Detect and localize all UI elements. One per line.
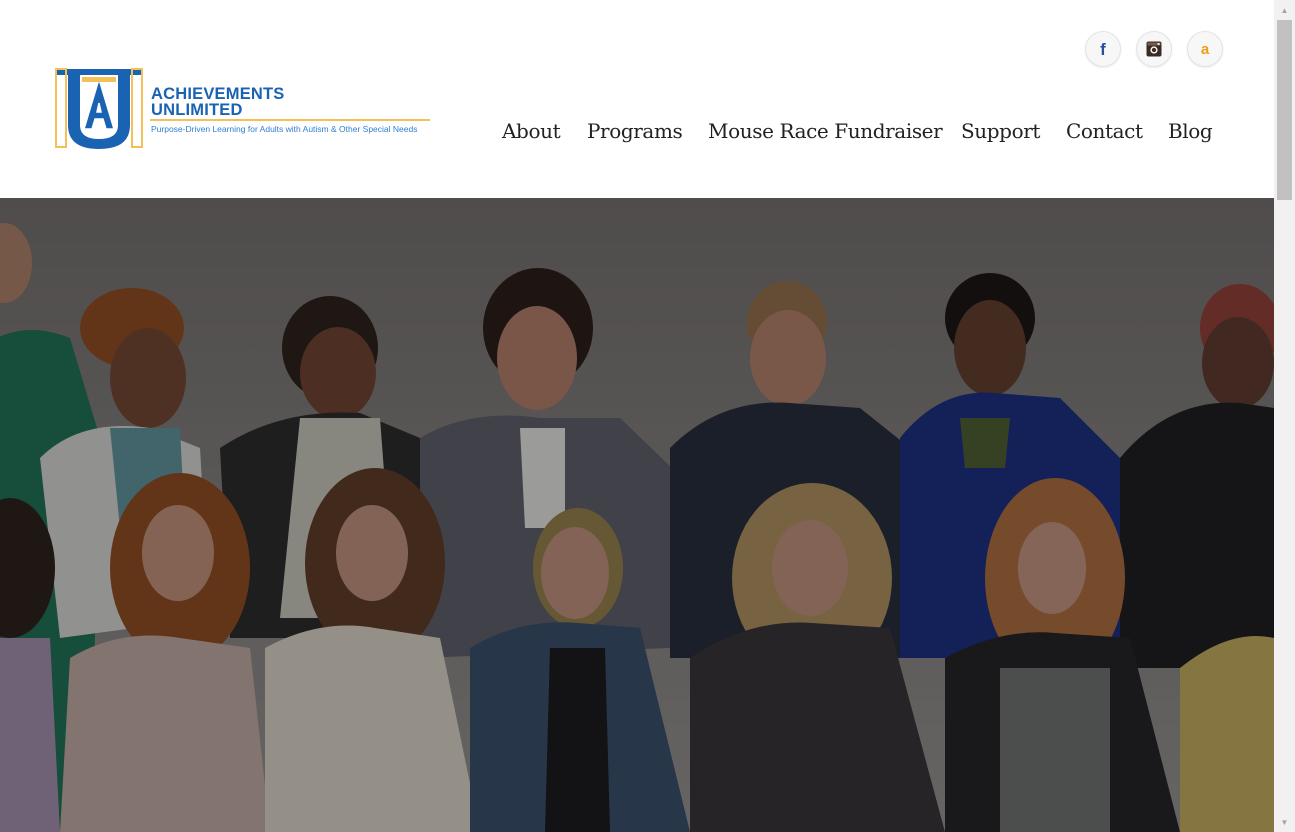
instagram-link[interactable] (1136, 31, 1172, 67)
facebook-icon: f (1100, 39, 1106, 59)
site-logo[interactable]: ACHIEVEMENTS UNLIMITED Purpose-Driven Le… (54, 67, 430, 151)
amazon-icon: a (1200, 40, 1210, 58)
brand-name-line1: ACHIEVEMENTS (151, 85, 285, 103)
nav-item-blog[interactable]: Blog (1168, 119, 1213, 143)
nav-item-mouse-race-fundraiser[interactable]: Mouse Race Fundraiser (708, 119, 943, 143)
instagram-icon (1146, 41, 1162, 57)
brand-name: ACHIEVEMENTS UNLIMITED (151, 85, 285, 119)
amazon-link[interactable]: a (1187, 31, 1223, 67)
au-monogram-icon (55, 68, 143, 149)
group-photo (0, 198, 1274, 832)
nav-item-about[interactable]: About (502, 119, 561, 143)
hero-image (0, 198, 1274, 832)
site-header: ACHIEVEMENTS UNLIMITED Purpose-Driven Le… (0, 0, 1274, 198)
social-links: f a (1085, 31, 1225, 69)
nav-item-contact[interactable]: Contact (1066, 119, 1143, 143)
chevron-down-icon[interactable]: ▼ (1274, 812, 1295, 832)
nav-item-programs[interactable]: Programs (587, 119, 683, 143)
page-scrollbar[interactable]: ▲ ▼ (1274, 0, 1295, 832)
brand-name-line2: UNLIMITED (151, 101, 243, 119)
facebook-link[interactable]: f (1085, 31, 1121, 67)
chevron-up-icon[interactable]: ▲ (1274, 0, 1295, 20)
hero-overlay (0, 198, 1274, 832)
scrollbar-thumb[interactable] (1277, 20, 1292, 200)
logo-divider (150, 119, 430, 121)
nav-item-support[interactable]: Support (961, 119, 1040, 143)
brand-tagline: Purpose-Driven Learning for Adults with … (151, 124, 418, 134)
